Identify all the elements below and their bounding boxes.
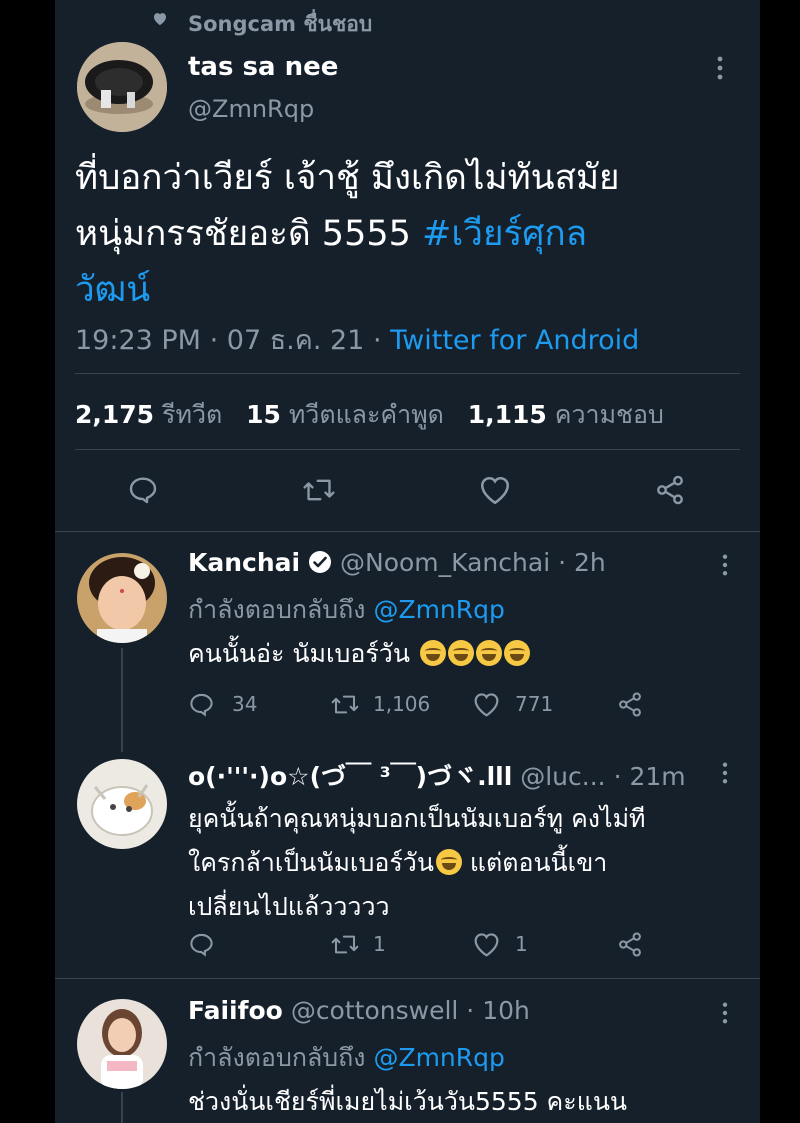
heart-icon [152,11,168,26]
reply-time: 10h [482,996,530,1025]
more-options-icon[interactable] [722,554,728,576]
replying-to-label: กำลังตอบกลับถึง [188,1043,366,1072]
more-options-icon[interactable] [717,56,723,80]
separator-dot: · [372,325,382,356]
tweet-text-line: ที่บอกว่าเวียร์ เจ้าชู้ มึงเกิดไม่ทันสมั… [75,158,620,198]
reply-author-name[interactable]: Faiifoo [188,996,283,1025]
replying-to-handle[interactable]: @ZmnRqp [373,1043,504,1072]
like-icon[interactable] [472,691,501,718]
reply-text: ยุคนั้นถ้าคุณหนุ่มบอกเป็นนัมเบอร์ทู คงไม… [188,797,646,929]
likes-label: ความชอบ [554,400,664,429]
author-handle[interactable]: @ZmnRqp [188,95,314,123]
quotes-count: 15 [246,400,281,429]
divider [75,373,740,374]
reply-header: Kanchai @Noom_Kanchai · 2h [188,548,606,577]
reply-author-name[interactable]: o(·'''·)o☆(づ￣ ³￣)づヾ.lll [188,762,512,791]
reply-text-segment: ใครกล้าเป็นนัมเบอร์วัน [188,848,434,877]
replying-to: กำลังตอบกลับถึง @ZmnRqp [188,1038,505,1078]
separator-dot: · [209,325,219,356]
reply-author-handle[interactable]: @luc... [520,762,605,791]
reply-icon[interactable] [127,474,159,506]
twitter-thread-screen: Songcam ชื่นชอบ tas sa nee @ZmnRqp ที่บอ… [55,0,760,1123]
tweet-time: 19:23 PM [75,325,201,356]
more-options-icon[interactable] [722,1002,728,1024]
tweet-metadata: 19:23 PM · 07 ธ.ค. 21 · Twitter for Andr… [75,318,639,361]
tweet-text-line: หนุ่มกรรชัยอะดิ 5555 #เวียร์ศุกล [75,206,620,262]
thread-line [121,648,123,752]
tweet-text: ที่บอกว่าเวียร์ เจ้าชู้ มึงเกิดไม่ทันสมั… [75,150,620,318]
reply-text-line: ใครกล้าเป็นนัมเบอร์วัน แต่ตอนนี้เขา [188,841,646,885]
reply-author-handle[interactable]: @Noom_Kanchai [340,548,550,577]
face-with-tears-of-joy-icon [447,640,474,666]
tweet-date: 07 ธ.ค. 21 [226,325,365,356]
retweet-count: 1 [373,932,386,956]
social-context-text: Songcam ชื่นชอบ [188,12,373,36]
like-count: 1 [515,932,528,956]
reply-header: Faiifoo @cottonswell · 10h [188,996,530,1025]
replying-to-label: กำลังตอบกลับถึง [188,595,366,624]
thread-line [121,1092,123,1123]
author-avatar[interactable] [77,42,167,132]
tweet-stats: 2,175 รีทวีต 15 ทวีตและคำพูด 1,115 ความช… [75,395,664,435]
reply-time: 21m [629,762,686,791]
reply-icon[interactable] [188,931,215,958]
tweet-source-link[interactable]: Twitter for Android [390,325,639,356]
reply-icon[interactable] [188,691,215,718]
face-with-tears-of-joy-icon [503,640,530,666]
hashtag-link-continued[interactable]: วัฒน์ [75,262,620,318]
separator-dot: · [613,762,622,791]
retweets-label: รีทวีต [162,400,223,429]
reply-avatar[interactable] [77,999,167,1089]
retweet-icon[interactable] [330,931,360,958]
face-with-tears-of-joy-icon [475,640,502,666]
likes-stat[interactable]: 1,115 ความชอบ [468,400,664,429]
retweets-count: 2,175 [75,400,155,429]
like-icon[interactable] [472,931,501,958]
retweets-stat[interactable]: 2,175 รีทวีต [75,400,222,429]
retweet-icon[interactable] [330,691,360,718]
verified-badge-icon [308,550,332,574]
face-with-tears-of-joy-icon [419,640,446,666]
like-icon[interactable] [478,474,512,506]
like-count: 771 [515,692,554,716]
grinning-squinting-face-icon [435,849,462,875]
reply-author-handle[interactable]: @cottonswell [291,996,459,1025]
more-options-icon[interactable] [722,762,728,784]
share-icon[interactable] [616,931,644,958]
share-icon[interactable] [616,691,644,718]
replying-to-handle[interactable]: @ZmnRqp [373,595,504,624]
likes-count: 1,115 [467,400,547,429]
reply-avatar[interactable] [77,759,167,849]
reply-count: 34 [232,692,258,716]
hashtag-link[interactable]: #เวียร์ศุกล [422,214,587,254]
reply-text-segment: แต่ตอนนี้เขา [461,848,608,877]
reply-avatar[interactable] [77,553,167,643]
tweet-text-segment: หนุ่มกรรชัยอะดิ 5555 [75,214,422,254]
divider [75,449,740,450]
reply-text-line: เปลี่ยนไปแล้ววววว [188,892,390,921]
divider [55,531,760,532]
replying-to: กำลังตอบกลับถึง @ZmnRqp [188,590,505,630]
reply-text: คนนั้นอ่ะ นัมเบอร์วัน [188,634,530,674]
share-icon[interactable] [653,474,687,506]
author-name[interactable]: tas sa nee [188,52,338,82]
reply-text: ช่วงนั่นเชียร์พี่เมยไม่เว้นวัน5555 คะแนน [188,1087,628,1116]
retweet-icon[interactable] [302,474,336,506]
retweet-count: 1,106 [373,692,431,716]
reply-time: 2h [574,548,606,577]
separator-dot: · [558,548,567,577]
reply-text-line: ยุคนั้นถ้าคุณหนุ่มบอกเป็นนัมเบอร์ทู คงไม… [188,804,646,833]
quotes-stat[interactable]: 15 ทวีตและคำพูด [246,400,444,429]
quotes-label: ทวีตและคำพูด [288,400,444,429]
reply-text-segment: คนนั้นอ่ะ นัมเบอร์วัน [188,639,410,668]
divider [55,978,760,979]
reply-author-name[interactable]: Kanchai [188,548,300,577]
reply-header: o(·'''·)o☆(づ￣ ³￣)づヾ.lll @luc... · 21m [188,757,708,793]
separator-dot: · [466,996,475,1025]
